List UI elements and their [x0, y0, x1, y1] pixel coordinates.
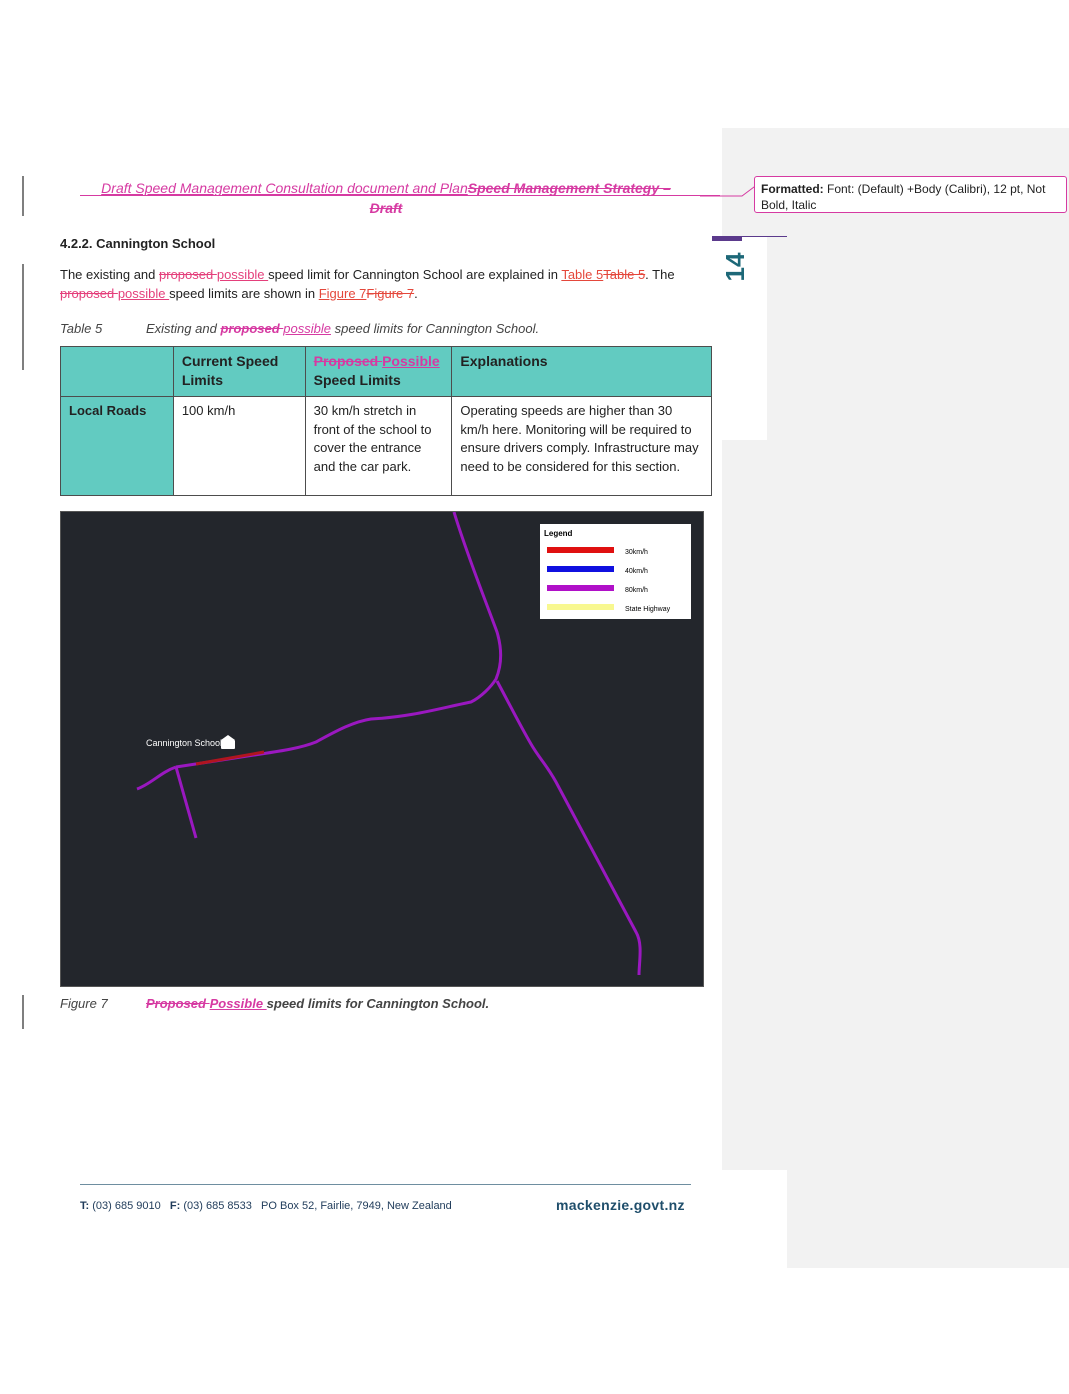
- change-bar: [22, 176, 24, 216]
- formatting-comment[interactable]: Formatted: Font: (Default) +Body (Calibr…: [754, 176, 1067, 213]
- page-number: 14: [712, 244, 758, 294]
- road-80kmh-west: [136, 765, 177, 791]
- phone-value: (03) 685 9010: [89, 1200, 161, 1212]
- tracked-deletion: Proposed: [146, 996, 210, 1011]
- footer-website[interactable]: mackenzie.govt.nz: [556, 1197, 685, 1213]
- header-inserted-text: Draft Speed Management Consultation docu…: [101, 180, 468, 196]
- tracked-deletion: proposed: [159, 267, 217, 282]
- page-number-text: 14: [720, 252, 750, 282]
- figure-crossref-deleted: Figure 7: [366, 286, 415, 301]
- map-canvas: Cannington School Legend 30km/h 40km/h 8…: [136, 511, 691, 976]
- school-label: Cannington School: [146, 738, 222, 748]
- page-header: Draft Speed Management Consultation docu…: [60, 178, 712, 218]
- legend-swatch-state-highway: [547, 604, 614, 610]
- caption-text: speed limits for Cannington School.: [330, 321, 540, 336]
- comment-connector: [700, 183, 759, 197]
- legend-swatch-40: [547, 566, 614, 572]
- legend-swatch-30: [547, 547, 614, 553]
- comment-label: Formatted:: [761, 182, 824, 196]
- tracked-insertion: Possible: [382, 353, 440, 369]
- table-crossref-deleted: Table 5: [603, 267, 646, 282]
- current-limit-cell: 100 km/h: [172, 396, 306, 496]
- page-number-tab: [712, 236, 742, 241]
- figure-caption-label: Figure 7: [60, 996, 108, 1011]
- legend-label-state-highway: State Highway: [625, 606, 671, 613]
- tracked-insertion: Possible: [209, 996, 267, 1011]
- text-run: .: [414, 286, 418, 301]
- caption-text: speed limits for Cannington School.: [266, 996, 490, 1011]
- postal-address: PO Box 52, Fairlie, 7949, New Zealand: [261, 1200, 452, 1212]
- change-bar: [22, 264, 24, 370]
- tracked-deletion: Proposed: [313, 353, 383, 369]
- text-run: speed limits are shown in: [169, 286, 319, 301]
- page-margin-strip-bottom: [722, 1170, 787, 1268]
- caption-text: Existing and: [146, 321, 221, 336]
- table-crossref-link[interactable]: Table 5: [561, 267, 603, 282]
- text-run: . The: [645, 267, 675, 282]
- table-row: Local Roads 100 km/h 30 km/h stretch in …: [60, 396, 712, 496]
- table-header-row: Current Speed Limits Proposed Possible S…: [60, 346, 712, 397]
- map-figure: Cannington School Legend 30km/h 40km/h 8…: [60, 511, 704, 987]
- table-caption-label: Table 5: [60, 321, 103, 336]
- body-paragraph: The existing and proposed possible speed…: [60, 265, 710, 303]
- text-run: speed limit for Cannington School are ex…: [268, 267, 562, 282]
- legend-title: Legend: [544, 529, 573, 538]
- proposed-limit-cell: 30 km/h stretch in front of the school t…: [304, 396, 453, 496]
- header-explanations: Explanations: [451, 346, 712, 397]
- header-deleted-text: Speed Management Strategy –: [467, 180, 671, 196]
- figure-crossref-link[interactable]: Figure 7: [319, 286, 367, 301]
- page-number-line: [742, 236, 787, 237]
- tracked-insertion: possible: [117, 286, 170, 301]
- header-current: Current Speed Limits: [172, 346, 306, 397]
- road-30kmh-zone: [195, 750, 265, 766]
- speed-limit-table: Current Speed Limits Proposed Possible S…: [60, 346, 712, 496]
- header-deleted-text-2: Draft: [369, 200, 403, 216]
- section-heading: 4.2.2. Cannington School: [60, 236, 216, 251]
- road-80kmh: [175, 511, 503, 769]
- tracked-deletion: proposed: [60, 286, 118, 301]
- phone-label: T:: [80, 1200, 90, 1212]
- school-icon: [221, 735, 235, 749]
- footer-rule: [80, 1184, 691, 1185]
- row-label: Local Roads: [60, 396, 174, 496]
- header-proposed: Proposed Possible Speed Limits: [304, 346, 453, 397]
- fax-label: F:: [169, 1200, 181, 1212]
- text-run: The existing and: [60, 267, 160, 282]
- tracked-deletion: proposed: [220, 321, 284, 336]
- road-80kmh-south: [174, 766, 198, 839]
- header-blank: [60, 346, 174, 397]
- legend-label-40: 40km/h: [625, 568, 648, 575]
- markup-pane: [722, 128, 1069, 1268]
- fax-value: (03) 685 8533: [180, 1200, 252, 1212]
- explanation-cell: Operating speeds are higher than 30 km/h…: [451, 396, 712, 496]
- header-text: Speed Limits: [313, 372, 401, 388]
- tracked-insertion: possible: [283, 321, 331, 336]
- footer-contact: T: (03) 685 9010 F: (03) 685 8533 PO Box…: [80, 1200, 452, 1212]
- map-legend: Legend 30km/h 40km/h 80km/h State Highwa…: [540, 524, 691, 619]
- header-rule: [80, 195, 720, 196]
- table-caption: Table 5 Existing and proposed possible sp…: [60, 321, 710, 336]
- legend-swatch-80: [547, 585, 614, 591]
- legend-label-30: 30km/h: [625, 549, 648, 556]
- tracked-insertion: possible: [216, 267, 269, 282]
- road-80kmh-east: [495, 680, 642, 976]
- figure-caption: Figure 7 Proposed Possible speed limits f…: [60, 996, 710, 1011]
- legend-label-80: 80km/h: [625, 587, 648, 594]
- change-bar: [22, 995, 24, 1029]
